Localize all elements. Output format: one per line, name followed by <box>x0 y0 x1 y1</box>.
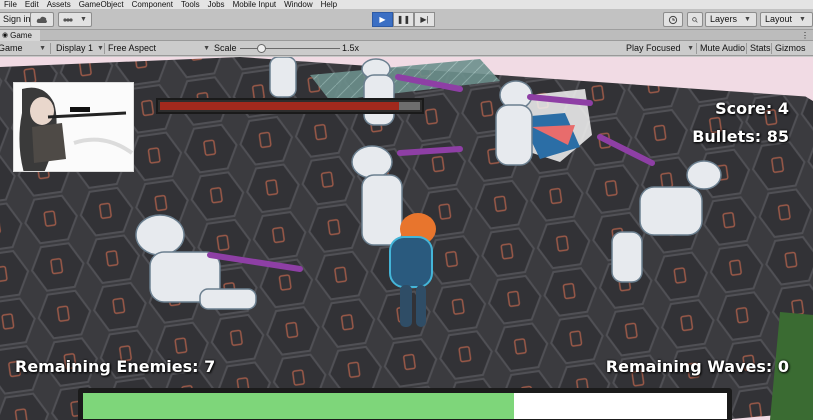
tab-game[interactable]: ◉ Game <box>0 30 40 41</box>
enemy-health-bar <box>156 98 424 114</box>
menu-jobs[interactable]: Jobs <box>204 0 229 9</box>
menu-window[interactable]: Window <box>280 0 316 9</box>
menu-edit[interactable]: Edit <box>21 0 43 9</box>
stats-toggle[interactable]: Stats <box>750 41 771 56</box>
separator <box>771 43 772 54</box>
separator <box>50 43 51 54</box>
remaining-enemies-text: Remaining Enemies: 7 <box>15 357 216 376</box>
mute-audio-toggle[interactable]: Mute Audio <box>700 41 745 56</box>
play-focused-dropdown[interactable]: Play Focused ▼ <box>626 41 694 56</box>
menu-file[interactable]: File <box>0 0 21 9</box>
game-controller-icon: ◉ <box>2 32 9 39</box>
gizmos-toggle[interactable]: Gizmos <box>775 41 806 56</box>
sign-in-label: Sign in <box>3 14 31 24</box>
chevron-down-icon: ▼ <box>799 16 806 23</box>
chevron-down-icon: ▼ <box>39 45 46 52</box>
menu-help[interactable]: Help <box>317 0 341 9</box>
scale-slider-track[interactable] <box>240 48 340 49</box>
collab-icon <box>63 17 73 22</box>
tab-bar: ◉ Game ⋮ <box>0 30 813 41</box>
player-health-fill <box>83 393 514 419</box>
chevron-down-icon: ▼ <box>97 45 104 52</box>
bullets-text: Bullets: 85 <box>692 127 789 146</box>
search-button[interactable] <box>687 12 703 27</box>
cloud-button[interactable] <box>30 12 54 27</box>
chevron-down-icon: ▼ <box>80 16 87 23</box>
menu-gameobject[interactable]: GameObject <box>75 0 128 9</box>
menu-component[interactable]: Component <box>128 0 177 9</box>
chevron-down-icon: ▼ <box>687 45 694 52</box>
scale-value: 1.5x <box>342 43 360 53</box>
separator <box>104 43 105 54</box>
player-health-track <box>83 393 727 419</box>
menu-assets[interactable]: Assets <box>43 0 75 9</box>
menu-mobile-input[interactable]: Mobile Input <box>229 0 281 9</box>
history-button[interactable] <box>663 12 683 27</box>
more-options-icon[interactable]: ⋮ <box>801 30 809 41</box>
cloud-icon <box>36 16 47 23</box>
layers-dropdown[interactable]: Layers ▼ <box>705 12 757 27</box>
layout-dropdown[interactable]: Layout ▼ <box>760 12 813 27</box>
aspect-label: Free Aspect <box>108 43 157 53</box>
player-health-bar <box>78 388 732 420</box>
sniper-avatar-image <box>14 83 133 171</box>
play-icon: ▶ <box>379 15 386 24</box>
pause-icon: ❚❚ <box>396 15 411 24</box>
enemy-health-remaining <box>399 102 420 110</box>
score-text: Score: 4 <box>715 99 789 118</box>
game-view-controls: Game ▼ Display 1 ▼ Free Aspect ▼ Scale 1… <box>0 41 813 56</box>
game-viewport[interactable]: Score: 4 Bullets: 85 Remaining Enemies: … <box>0 57 813 420</box>
main-toolbar: Sign in ▼ ▼ ▶ ❚❚ ▶| Layers ▼ Layout ▼ <box>0 9 813 30</box>
game-mode-dropdown[interactable]: Game ▼ <box>0 41 46 56</box>
chevron-down-icon: ▼ <box>744 16 751 23</box>
playmode-controls: ▶ ❚❚ ▶| <box>372 12 435 27</box>
menu-tools[interactable]: Tools <box>177 0 204 9</box>
search-icon <box>692 16 698 23</box>
menu-bar: File Edit Assets GameObject Component To… <box>0 0 813 9</box>
player-portrait <box>13 82 134 172</box>
history-icon <box>668 15 678 24</box>
pause-button[interactable]: ❚❚ <box>393 12 414 27</box>
chevron-down-icon: ▼ <box>203 45 210 52</box>
aspect-dropdown[interactable]: Free Aspect ▼ <box>108 41 210 56</box>
display-dropdown[interactable]: Display 1 ▼ <box>56 41 104 56</box>
collab-button[interactable]: ▼ <box>58 12 92 27</box>
separator <box>696 43 697 54</box>
step-icon: ▶| <box>420 15 429 24</box>
scale-slider-handle[interactable] <box>257 44 266 53</box>
play-button[interactable]: ▶ <box>372 12 393 27</box>
layout-label: Layout <box>765 14 793 24</box>
enemy-health-fill <box>160 102 399 110</box>
separator <box>746 43 747 54</box>
remaining-waves-text: Remaining Waves: 0 <box>605 357 789 376</box>
layers-label: Layers <box>710 14 738 24</box>
game-mode-label: Game <box>0 43 23 53</box>
scale-label: Scale <box>214 43 237 53</box>
tab-game-label: Game <box>10 31 32 40</box>
step-button[interactable]: ▶| <box>414 12 435 27</box>
display-label: Display 1 <box>56 43 94 53</box>
play-focused-label: Play Focused <box>626 43 681 53</box>
